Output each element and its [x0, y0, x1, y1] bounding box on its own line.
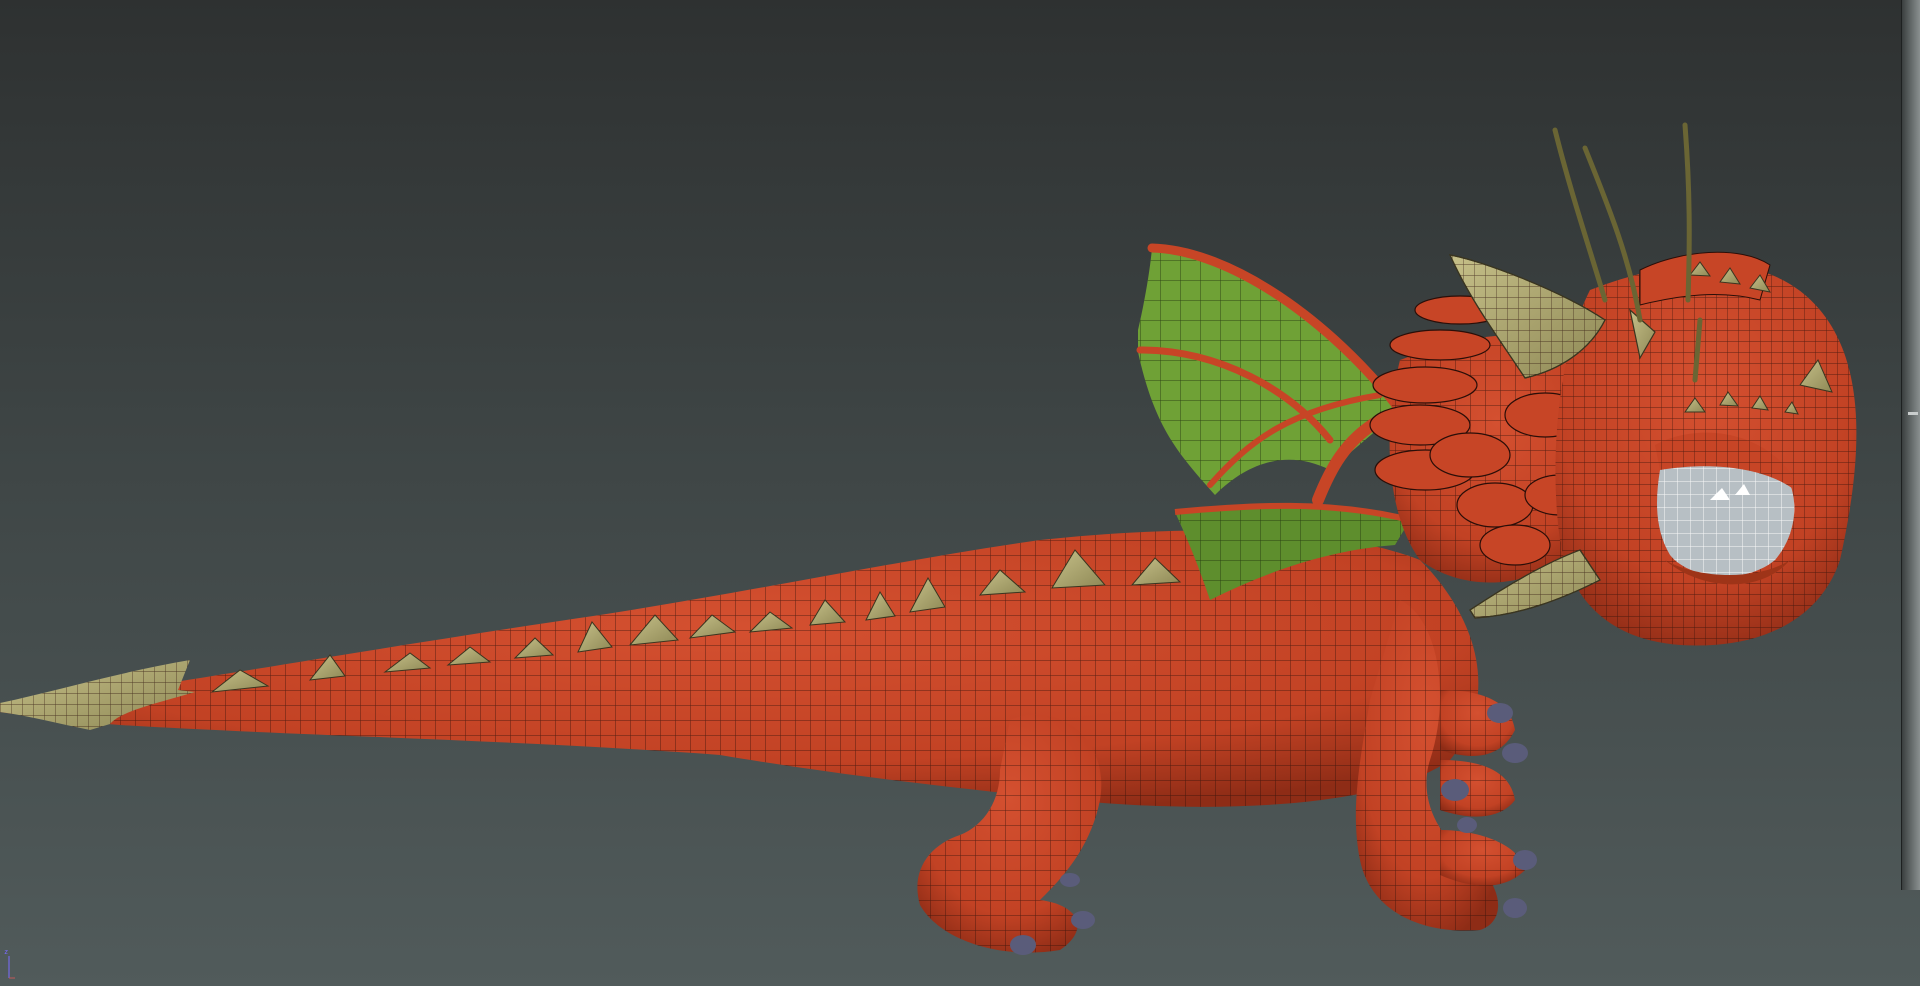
scrollbar-handle[interactable] — [1908, 412, 1918, 415]
upper-wing — [1136, 243, 1405, 506]
3d-viewport[interactable]: z — [0, 0, 1920, 986]
dragon-model[interactable] — [0, 0, 1920, 986]
dragon-head — [1555, 251, 1857, 646]
axis-z-label: z — [4, 948, 9, 956]
viewport-side-scrollbar[interactable] — [1901, 0, 1920, 890]
